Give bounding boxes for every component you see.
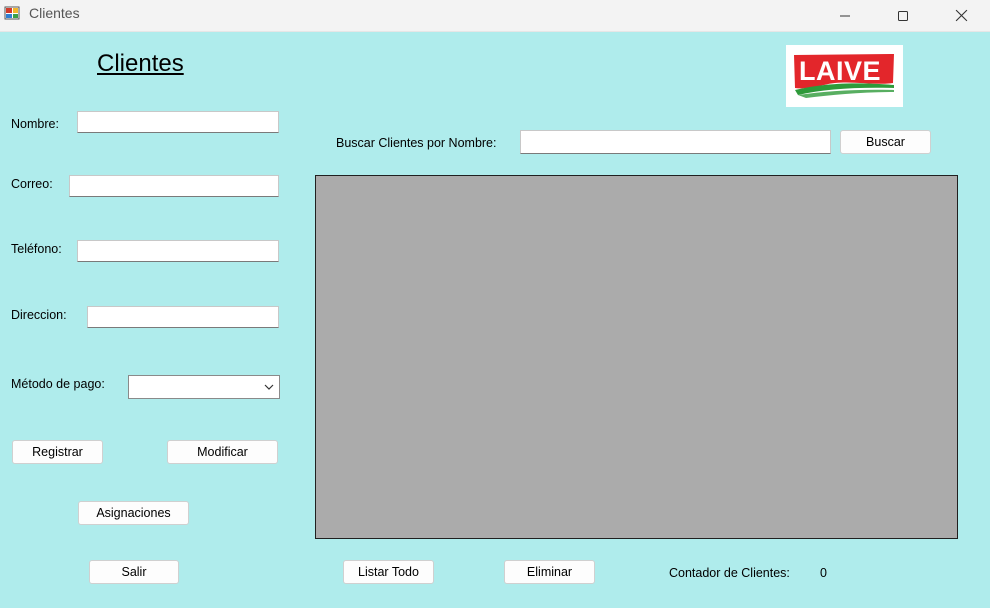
telefono-field[interactable]	[77, 240, 279, 262]
close-icon	[955, 9, 967, 22]
telefono-label: Teléfono:	[11, 242, 62, 256]
search-label: Buscar Clientes por Nombre:	[336, 136, 497, 150]
maximize-icon	[898, 10, 908, 21]
chevron-down-icon	[264, 384, 274, 390]
contador-value: 0	[820, 566, 827, 580]
listar-todo-button[interactable]: Listar Todo	[343, 560, 434, 584]
logo-text: LAIVE	[799, 56, 882, 86]
maximize-button[interactable]	[880, 0, 926, 31]
close-button[interactable]	[938, 0, 984, 31]
buscar-button[interactable]: Buscar	[840, 130, 931, 154]
title-bar: Clientes	[0, 0, 990, 32]
page-title: Clientes	[97, 50, 184, 77]
metodo-pago-label: Método de pago:	[11, 377, 105, 391]
salir-button[interactable]: Salir	[89, 560, 179, 584]
minimize-button[interactable]	[822, 0, 868, 31]
contador-label: Contador de Clientes:	[669, 566, 790, 580]
nombre-label: Nombre:	[11, 117, 59, 131]
search-input[interactable]	[520, 130, 831, 154]
laive-logo: LAIVE	[786, 45, 903, 107]
correo-field[interactable]	[69, 175, 279, 197]
minimize-icon	[840, 15, 850, 16]
direccion-field[interactable]	[87, 306, 279, 328]
window-title: Clientes	[29, 5, 80, 21]
registrar-button[interactable]: Registrar	[12, 440, 103, 464]
correo-label: Correo:	[11, 177, 53, 191]
app-icon	[4, 6, 20, 20]
metodo-pago-select[interactable]	[128, 375, 280, 399]
clientes-window: Clientes Clientes LAIVE Nombre: Correo: …	[0, 0, 990, 608]
asignaciones-button[interactable]: Asignaciones	[78, 501, 189, 525]
clientes-data-grid[interactable]	[315, 175, 958, 539]
nombre-field[interactable]	[77, 111, 279, 133]
eliminar-button[interactable]: Eliminar	[504, 560, 595, 584]
direccion-label: Direccion:	[11, 308, 67, 322]
modificar-button[interactable]: Modificar	[167, 440, 278, 464]
